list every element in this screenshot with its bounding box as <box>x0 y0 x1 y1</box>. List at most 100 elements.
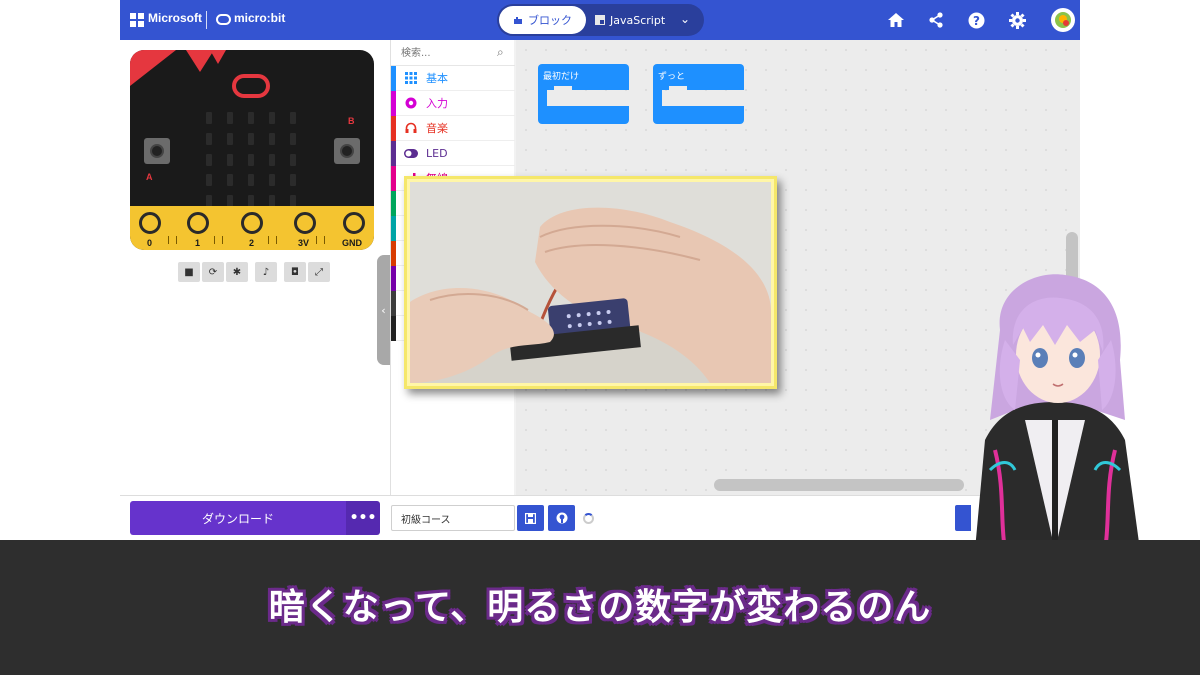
subtitle-bar: 暗くなって、明るさの数字が変わるのん <box>0 540 1200 675</box>
microbit-board[interactable]: A B 0 1 2 3V GND <box>130 50 374 250</box>
block-notch <box>554 86 572 94</box>
led <box>269 174 276 187</box>
save-icon <box>525 512 536 524</box>
led <box>205 174 212 187</box>
category-label: 入力 <box>426 97 448 110</box>
button-a[interactable] <box>144 138 170 164</box>
headphones-icon <box>404 121 418 135</box>
microbit-brand[interactable]: micro:bit <box>234 11 285 25</box>
pin-1[interactable] <box>187 212 209 234</box>
category-color-bar <box>391 315 396 341</box>
block-label: 最初だけ <box>538 64 629 90</box>
workspace-horizontal-scrollbar[interactable] <box>714 479 964 491</box>
ruler-tick <box>222 236 223 244</box>
ruler-tick <box>324 236 325 244</box>
js-icon <box>595 15 605 25</box>
pin-label: 3V <box>298 238 310 248</box>
grid-icon <box>404 71 418 85</box>
search-input[interactable] <box>401 45 491 61</box>
category-label: 音楽 <box>426 122 448 135</box>
block-notch <box>669 86 687 94</box>
github-icon <box>556 512 567 524</box>
simulator-controls: ■ ⟳ ✱ ♪ ◘ ⤢ <box>178 262 330 282</box>
category-color-bar <box>391 240 396 266</box>
led <box>226 112 233 124</box>
toolbox-search: ⌕ <box>391 40 515 66</box>
fullscreen-icon[interactable]: ⤢ <box>308 262 330 282</box>
settings-icon[interactable] <box>1007 10 1027 30</box>
stop-icon[interactable]: ■ <box>178 262 200 282</box>
category-color-bar <box>391 115 396 141</box>
github-button[interactable] <box>548 505 575 531</box>
led <box>205 153 212 166</box>
led <box>290 153 297 166</box>
tab-blocks[interactable]: ブロック <box>499 6 586 34</box>
ruler-tick <box>268 236 269 244</box>
pin-2[interactable] <box>241 212 263 234</box>
tab-javascript[interactable]: JavaScript <box>595 6 675 34</box>
led <box>205 132 212 145</box>
microsoft-brand: Microsoft <box>148 11 202 25</box>
tab-blocks-label: ブロック <box>528 14 572 27</box>
category-label: LED <box>426 146 448 160</box>
block-foot <box>653 106 744 124</box>
pin-label: 2 <box>249 238 255 248</box>
category-color-bar <box>391 290 396 316</box>
toolbox-category-led[interactable]: LED <box>391 140 515 166</box>
help-icon[interactable]: ? <box>966 10 986 30</box>
video-frame: Microsoft micro:bit ブロック JavaScript ⌄ ? … <box>0 0 1200 675</box>
microbit-logo-icon <box>216 14 231 25</box>
screenshot-icon[interactable]: ◘ <box>284 262 306 282</box>
chevron-down-icon[interactable]: ⌄ <box>680 12 690 26</box>
brand-divider <box>206 11 207 29</box>
category-color-bar <box>391 165 396 191</box>
ruler-tick <box>168 236 169 244</box>
home-icon[interactable] <box>886 10 906 30</box>
top-header: Microsoft micro:bit ブロック JavaScript ⌄ ? <box>120 0 1080 40</box>
save-button[interactable] <box>517 505 544 531</box>
collapse-simulator-handle[interactable]: ‹ <box>377 255 390 365</box>
microbit-logo-touch[interactable] <box>232 74 270 98</box>
led <box>269 132 276 145</box>
pin-0[interactable] <box>139 212 161 234</box>
download-button[interactable]: ダウンロード <box>130 501 346 535</box>
subtitle-text: 暗くなって、明るさの数字が変わるのん <box>268 586 932 628</box>
block-arm <box>653 90 662 106</box>
led-matrix <box>203 112 299 208</box>
toolbox-category-basic[interactable]: 基本 <box>391 65 515 91</box>
board-corner-decoration <box>130 50 176 86</box>
sound-icon[interactable]: ♪ <box>255 262 277 282</box>
led <box>226 132 233 145</box>
pin-gnd[interactable] <box>343 212 365 234</box>
ruler-tick <box>214 236 215 244</box>
block-on-start[interactable]: 最初だけ <box>538 64 629 124</box>
category-color-bar <box>391 90 396 116</box>
simulator-panel: A B 0 1 2 3V GND ■ ⟳ ✱ ♪ ◘ ⤢ ‹ <box>120 40 390 495</box>
block-forever[interactable]: ずっと <box>653 64 744 124</box>
control-spacer <box>250 262 253 282</box>
led <box>226 153 233 166</box>
led <box>226 174 233 187</box>
toolbox-category-music[interactable]: 音楽 <box>391 115 515 141</box>
search-icon[interactable]: ⌕ <box>497 45 511 59</box>
debug-icon[interactable]: ✱ <box>226 262 248 282</box>
led <box>247 153 254 166</box>
block-label: ずっと <box>653 64 744 90</box>
button-b[interactable] <box>334 138 360 164</box>
svg-text:?: ? <box>973 14 980 28</box>
button-b-label: B <box>348 116 355 126</box>
pin-3v[interactable] <box>294 212 316 234</box>
share-icon[interactable] <box>926 10 946 30</box>
category-color-bar <box>391 140 396 166</box>
board-corner-decoration <box>210 50 226 64</box>
vtuber-avatar <box>955 270 1150 550</box>
control-spacer <box>279 262 282 282</box>
restart-icon[interactable]: ⟳ <box>202 262 224 282</box>
led <box>247 174 254 187</box>
editor-mode-toggle: ブロック JavaScript ⌄ <box>497 4 704 36</box>
project-name-input[interactable] <box>391 505 515 531</box>
more-options-button[interactable]: ••• <box>346 501 380 535</box>
pin-label: 1 <box>195 238 201 248</box>
user-avatar[interactable] <box>1051 8 1075 32</box>
toolbox-category-input[interactable]: 入力 <box>391 90 515 116</box>
